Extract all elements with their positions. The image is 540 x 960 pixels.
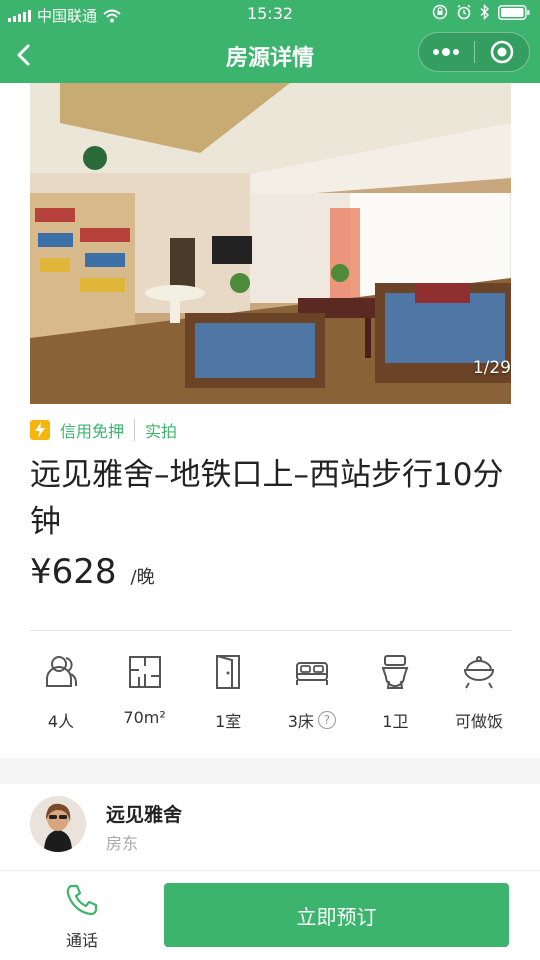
call-label: 通话 — [65, 931, 98, 950]
bottom-action-bar: 通话 立即预订 — [0, 870, 540, 960]
price-amount: ¥628 — [30, 552, 117, 592]
target-close-icon — [490, 40, 513, 64]
more-dots-icon — [433, 48, 460, 56]
listing-title: 远见雅舍–地铁口上–西站步行10分钟 — [30, 457, 504, 540]
bluetooth-icon — [480, 4, 490, 20]
amenities-row: 4人 70m² 1室 3床 ? 1卫 可做饭 — [20, 652, 520, 732]
amenity-label: 4人 — [47, 712, 75, 731]
tag-divider — [134, 419, 136, 441]
host-name: 远见雅舍 — [106, 804, 183, 826]
help-question-icon[interactable]: ? — [317, 711, 336, 729]
amenity-bathroom: 1卫 — [354, 652, 436, 732]
amenity-beds-text: 3床 — [287, 712, 314, 731]
alarm-icon — [457, 4, 471, 20]
listing-tags: 信用免押 实拍 — [30, 418, 177, 442]
status-bar: 中国联通 15:32 — [0, 0, 540, 28]
book-now-button[interactable]: 立即预订 — [164, 883, 509, 947]
photo-counter: 1/29 — [472, 358, 511, 378]
close-button[interactable] — [475, 33, 530, 71]
nav-bar: 房源详情 — [0, 28, 540, 83]
amenity-label: 可做饭 — [454, 712, 503, 731]
host-card[interactable]: 远见雅舍 房东 — [0, 784, 540, 870]
status-right — [432, 4, 530, 20]
section-gap — [0, 758, 540, 784]
amenity-beds[interactable]: 3床 ? — [271, 652, 353, 732]
battery-icon — [498, 4, 530, 20]
tag-credit: 信用免押 — [60, 422, 125, 441]
amenity-rooms: 1室 — [187, 652, 269, 732]
more-button[interactable] — [419, 33, 474, 71]
amenity-guests: 4人 — [20, 652, 102, 732]
miniprogram-capsule — [418, 32, 530, 72]
lightning-icon — [30, 420, 50, 440]
amenity-cooking: 可做饭 — [438, 652, 520, 732]
amenity-label: 70m² — [123, 708, 166, 727]
phone-icon — [66, 884, 98, 916]
tag-real-photo: 实拍 — [145, 422, 178, 441]
orientation-lock-icon — [432, 4, 448, 20]
toilet-icon — [381, 655, 409, 689]
guests-icon — [46, 656, 77, 687]
cooking-icon — [463, 656, 494, 689]
price-unit: /晚 — [130, 567, 155, 588]
host-avatar — [30, 796, 86, 852]
door-icon — [216, 655, 241, 689]
section-divider — [30, 630, 511, 631]
amenity-label: 3床 ? — [288, 708, 336, 732]
room-photo-image — [30, 83, 511, 404]
bed-icon — [295, 662, 328, 685]
floorplan-icon — [128, 656, 161, 688]
price-row: ¥628 /晚 — [30, 552, 155, 592]
amenity-label: 1室 — [215, 712, 242, 731]
listing-photo[interactable]: 1/29 — [30, 83, 511, 404]
amenity-area: 70m² — [104, 652, 186, 732]
host-role: 房东 — [106, 834, 139, 853]
amenity-label: 1卫 — [382, 712, 409, 731]
call-button[interactable]: 通话 — [40, 883, 124, 951]
